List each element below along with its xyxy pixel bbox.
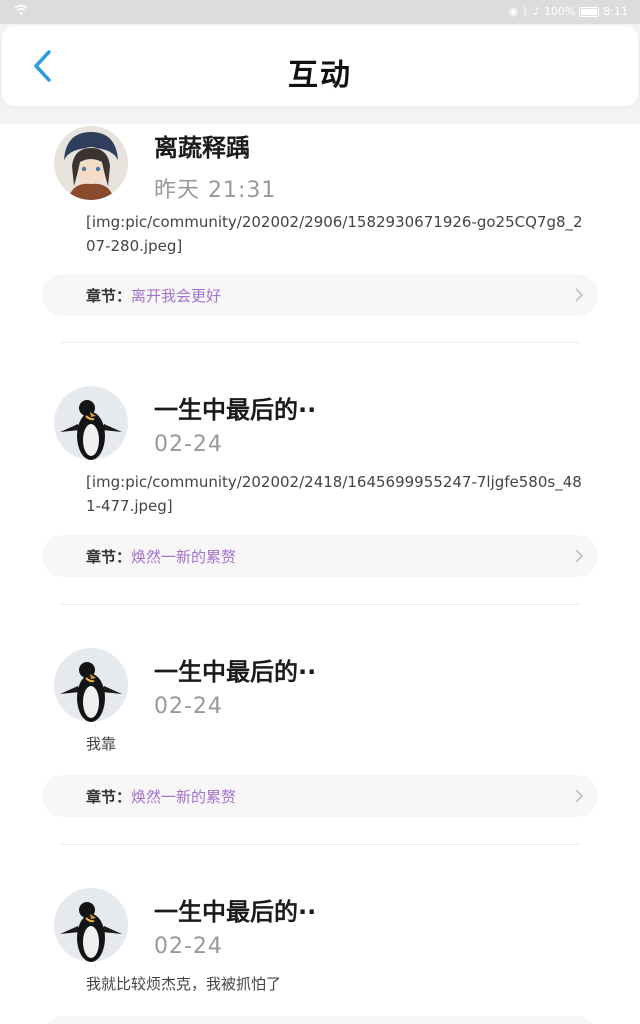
bluetooth-icon: ᛒ (522, 5, 529, 18)
comment-text: 我靠 (86, 735, 117, 753)
mute-icon: ♪ (532, 5, 540, 18)
post-username[interactable]: 一生中最后的·· (154, 390, 316, 425)
divider (60, 604, 580, 605)
comment-text: [img:pic/community/202002/2906/158293067… (86, 213, 583, 255)
post-time: 02-24 (154, 934, 223, 959)
penguin-avatar[interactable] (54, 888, 128, 962)
post-username[interactable]: 一生中最后的·· (154, 892, 316, 927)
status-bar: ◉ ᛒ ♪ 100% 8:11 (0, 0, 640, 24)
divider (60, 844, 580, 845)
chapter-name: 焕然一新的累赘 (131, 547, 237, 566)
post-time: 02-24 (154, 694, 223, 719)
anime-girl-avatar[interactable] (54, 126, 128, 200)
wifi-icon (14, 4, 28, 19)
chapter-name: 离开我会更好 (131, 286, 222, 305)
post-username[interactable]: 离蔬释踽 (154, 128, 250, 163)
chapter-link[interactable]: 章节： 焕然一新的累赘 (42, 775, 598, 817)
chapter-label: 章节： (86, 787, 132, 806)
chapter-name: 焕然一新的累赘 (131, 787, 237, 806)
clock: 8:11 (603, 5, 628, 18)
divider (60, 342, 580, 343)
post-time: 02-24 (154, 432, 223, 457)
battery-icon (579, 6, 600, 17)
status-icons: ◉ ᛒ ♪ 100% 8:11 (509, 5, 628, 18)
chevron-right-icon (575, 789, 584, 803)
comment-text: [img:pic/community/202002/2418/164569995… (86, 473, 582, 515)
chapter-link[interactable]: 章节： 离开我会更好 (42, 274, 598, 316)
comment-feed[interactable]: 离蔬释踽 昨天 21:31 [img:pic/community/202002/… (0, 124, 640, 1024)
chapter-label: 章节： (86, 286, 132, 305)
battery-percent: 100% (543, 5, 576, 18)
penguin-avatar[interactable] (54, 648, 128, 722)
header: 互动 (2, 26, 638, 106)
chapter-link[interactable]: 章节： 焕然一新的累赘 (42, 535, 598, 577)
chevron-right-icon (575, 288, 584, 302)
chapter-link[interactable] (42, 1016, 598, 1024)
comment-text: 我就比较烦杰克，我被抓怕了 (86, 975, 282, 993)
penguin-avatar[interactable] (54, 386, 128, 460)
chevron-right-icon (575, 549, 584, 563)
eye-icon: ◉ (508, 5, 519, 18)
post-username[interactable]: 一生中最后的·· (154, 652, 316, 687)
page-title: 互动 (288, 58, 352, 93)
post-time: 昨天 21:31 (154, 178, 277, 203)
chapter-label: 章节： (86, 547, 132, 566)
